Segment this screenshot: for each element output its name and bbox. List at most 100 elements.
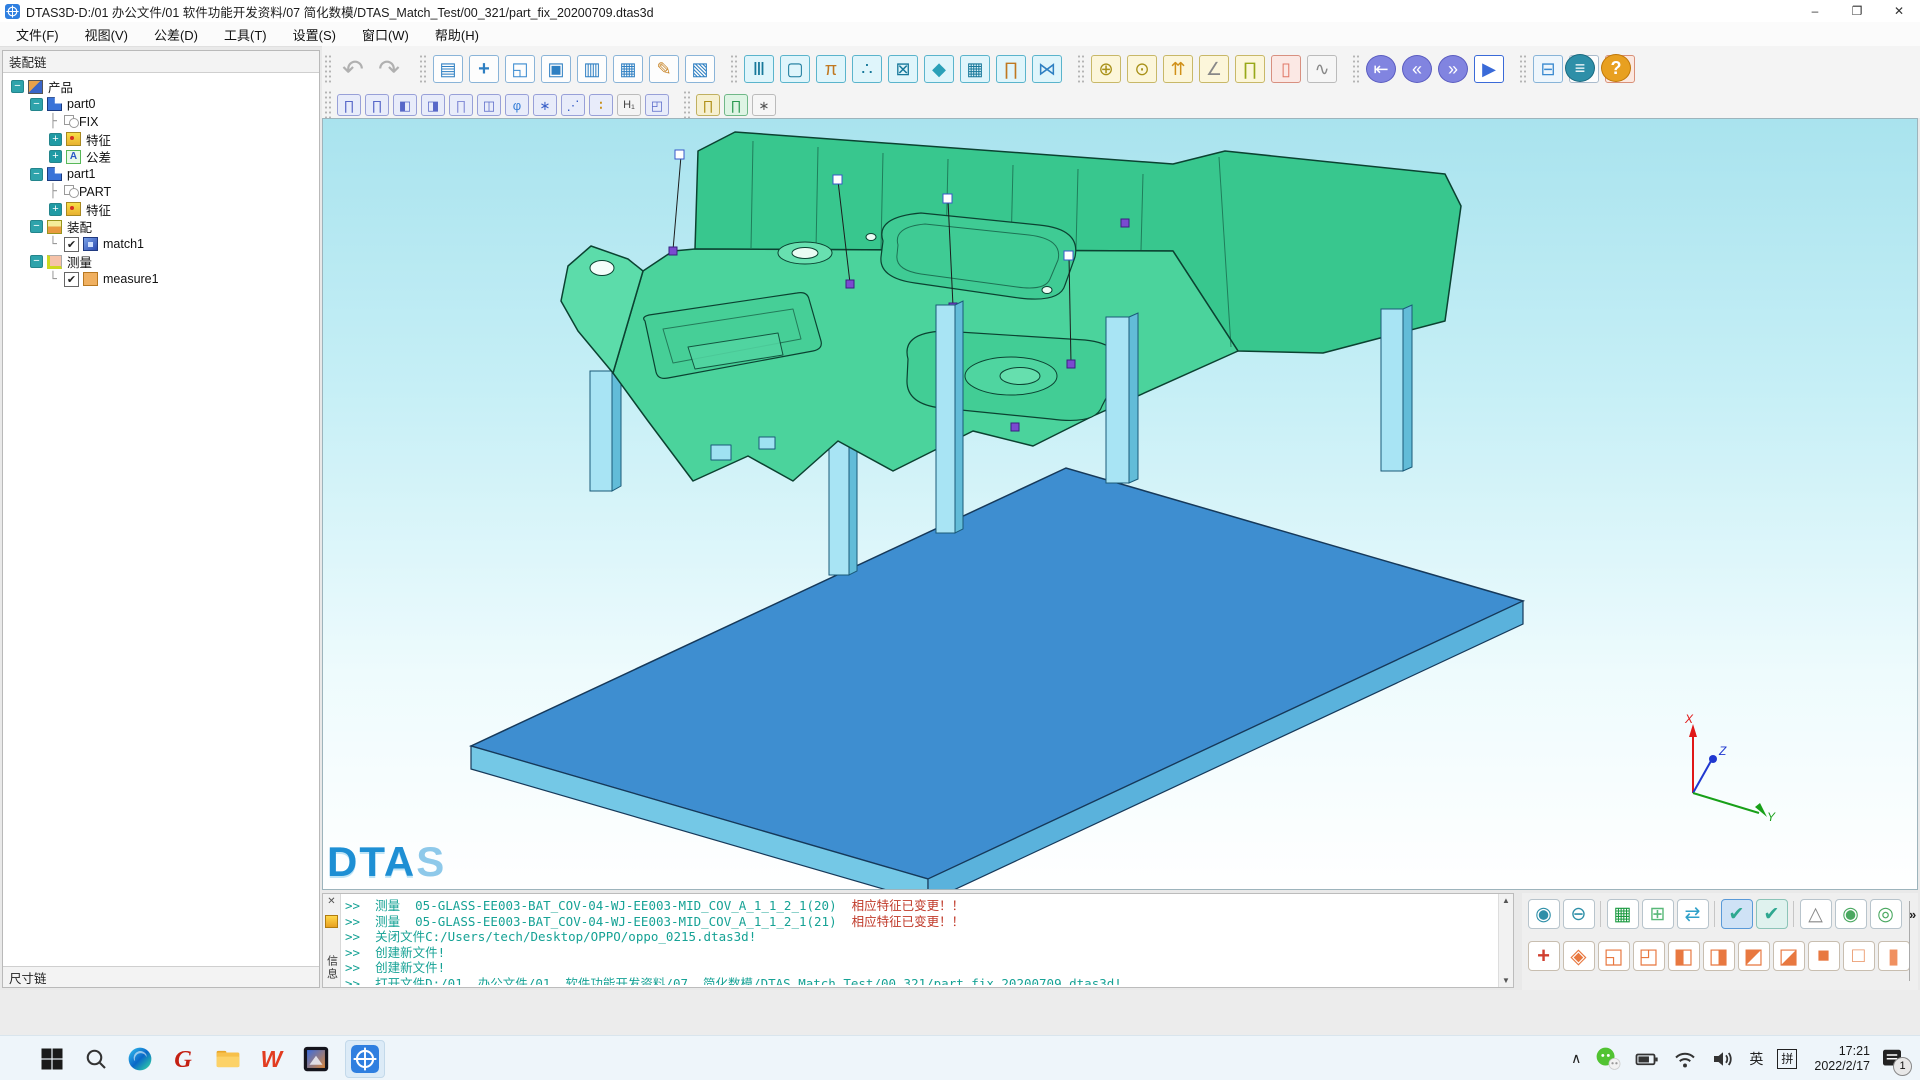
- tray-wifi-icon[interactable]: [1673, 1047, 1697, 1071]
- scatter-points-icon[interactable]: ∗: [752, 93, 776, 117]
- edit-doc-icon[interactable]: ✎: [648, 53, 680, 85]
- toolbar-drag-handle[interactable]: [324, 54, 331, 84]
- play-back-icon[interactable]: «: [1401, 53, 1433, 85]
- export-doc-icon[interactable]: ▧: [684, 53, 716, 85]
- tree-item-装配[interactable]: −装配: [5, 218, 319, 236]
- view-top-icon[interactable]: ◰: [1633, 941, 1665, 971]
- tree-item-测量[interactable]: −测量: [5, 253, 319, 271]
- collapse-icon[interactable]: −: [30, 168, 43, 181]
- angle-pencil-icon[interactable]: ∠: [1198, 53, 1230, 85]
- fixture-table-icon[interactable]: ∏: [1234, 53, 1266, 85]
- cube-wire-icon[interactable]: □: [1843, 941, 1875, 971]
- hide-entity-icon[interactable]: ⊖: [1563, 899, 1595, 929]
- taskbar-wps-office-icon[interactable]: W: [257, 1044, 287, 1074]
- log-close-icon[interactable]: ✕: [327, 896, 335, 907]
- menu-公差D[interactable]: 公差(D): [144, 23, 208, 46]
- view-front-icon[interactable]: ◩: [1738, 941, 1770, 971]
- collapse-icon[interactable]: −: [11, 80, 24, 93]
- toolbar-drag-handle[interactable]: [683, 90, 690, 120]
- minimize-button[interactable]: –: [1794, 0, 1836, 22]
- point-pair-icon[interactable]: ∶: [589, 93, 613, 117]
- view-bottom-icon[interactable]: ◱: [1598, 941, 1630, 971]
- more-tools-chevron[interactable]: »: [1909, 907, 1916, 922]
- toolbar-drag-handle[interactable]: [1077, 54, 1084, 84]
- view-cube-icon[interactable]: ◫: [477, 93, 501, 117]
- view-right-icon[interactable]: ◨: [1703, 941, 1735, 971]
- assembly-station-2-icon[interactable]: ∏: [365, 93, 389, 117]
- tray-lang-en-icon[interactable]: 英: [1749, 1049, 1763, 1069]
- tree-item-label[interactable]: 产品: [48, 77, 73, 96]
- tree-item-产品[interactable]: − 产品: [5, 78, 319, 96]
- report-doc-icon[interactable]: ▣: [540, 53, 572, 85]
- menu-工具T[interactable]: 工具(T): [214, 23, 277, 46]
- grid-outline-icon[interactable]: ⊞: [1642, 899, 1674, 929]
- tray-lang-pinyin-icon[interactable]: 拼: [1777, 1049, 1797, 1069]
- compass-gauge-icon[interactable]: ⊕: [1090, 53, 1122, 85]
- match-check-icon[interactable]: ✔: [1756, 899, 1788, 929]
- taskbar-g-app-icon[interactable]: G: [169, 1044, 199, 1074]
- undo-button-icon[interactable]: ↶: [337, 53, 369, 85]
- taskbar-file-explorer-icon[interactable]: [213, 1044, 243, 1074]
- taskbar-search-icon[interactable]: [81, 1044, 111, 1074]
- tray-battery-icon[interactable]: [1635, 1047, 1659, 1071]
- taskbar-clock[interactable]: 17:212022/2/17: [1814, 1044, 1870, 1074]
- tray-tray-chevron-icon[interactable]: ∧: [1571, 1050, 1581, 1067]
- manual-button-icon[interactable]: ≡: [1564, 52, 1596, 84]
- log-scrollbar[interactable]: ▲ ▼: [1498, 894, 1513, 987]
- assembly-station-1-icon[interactable]: ∏: [337, 93, 361, 117]
- tree-item-FIX[interactable]: ├FIX: [5, 113, 319, 131]
- mesh-grid-icon[interactable]: ▦: [959, 53, 991, 85]
- close-button[interactable]: ✕: [1878, 0, 1920, 22]
- new-file-icon[interactable]: +: [468, 53, 500, 85]
- report-book-icon[interactable]: ▯: [1270, 53, 1302, 85]
- menu-帮助H[interactable]: 帮助(H): [425, 23, 489, 46]
- log-tab-info[interactable]: 信息: [324, 955, 340, 981]
- tree-item-measure1[interactable]: └✔measure1: [5, 271, 319, 289]
- notification-center-icon[interactable]: 1: [1880, 1046, 1906, 1072]
- target-dome-1-icon[interactable]: ◉: [1835, 899, 1867, 929]
- view-iso-icon[interactable]: ◈: [1563, 941, 1595, 971]
- tree-item-label[interactable]: part0: [67, 97, 96, 111]
- link-points-icon[interactable]: ⋰: [561, 93, 585, 117]
- tree-item-label[interactable]: PART: [79, 185, 111, 199]
- grid-solid-icon[interactable]: ▦: [1607, 899, 1639, 929]
- menu-窗口W[interactable]: 窗口(W): [352, 23, 419, 46]
- expand-icon[interactable]: +: [49, 203, 62, 216]
- scroll-up-icon[interactable]: ▲: [1502, 894, 1510, 907]
- match-cube-1-icon[interactable]: ◧: [393, 93, 417, 117]
- tree-item-label[interactable]: FIX: [79, 115, 98, 129]
- tree-item-label[interactable]: part1: [67, 167, 96, 181]
- play-first-icon[interactable]: ⇤: [1365, 53, 1397, 85]
- dial-indicator-icon[interactable]: ⊙: [1126, 53, 1158, 85]
- taskbar-edge-icon[interactable]: [125, 1044, 155, 1074]
- import-model-icon[interactable]: ▤: [432, 53, 464, 85]
- scroll-down-icon[interactable]: ▼: [1502, 974, 1510, 987]
- taskbar-start-icon[interactable]: [37, 1044, 67, 1074]
- tree-item-part1[interactable]: − part1: [5, 166, 319, 184]
- section-frame-icon[interactable]: ▢: [779, 53, 811, 85]
- match-cube-2-icon[interactable]: ◨: [421, 93, 445, 117]
- tree-item-label[interactable]: 特征: [86, 200, 111, 219]
- viewport-3d[interactable]: X Z Y DTAS: [322, 118, 1918, 890]
- help-button-icon[interactable]: ?: [1600, 52, 1632, 84]
- redo-button-icon[interactable]: ↷: [373, 53, 405, 85]
- tree-item-match1[interactable]: └✔match1: [5, 236, 319, 254]
- datum-columns-icon[interactable]: Ⅲ: [743, 53, 775, 85]
- cross-curves-icon[interactable]: ⊠: [887, 53, 919, 85]
- sim-clamp-yellow-icon[interactable]: ∏: [696, 93, 720, 117]
- locate-pin-icon[interactable]: φ: [505, 93, 529, 117]
- tree-item-特征[interactable]: +特征: [5, 131, 319, 149]
- taskbar-dtas-icon[interactable]: [345, 1040, 385, 1078]
- tree-item-label[interactable]: 测量: [67, 252, 92, 271]
- simulation-video-icon[interactable]: ▶: [1473, 53, 1505, 85]
- target-dome-2-icon[interactable]: ◎: [1870, 899, 1902, 929]
- menu-设置S[interactable]: 设置(S): [283, 23, 346, 46]
- open-file-icon[interactable]: ◱: [504, 53, 536, 85]
- tree-item-label[interactable]: 公差: [86, 147, 111, 166]
- taskbar-photos-icon[interactable]: [301, 1044, 331, 1074]
- tray-wechat-icon[interactable]: [1595, 1046, 1621, 1072]
- calc-sheet-icon[interactable]: ⊟: [1532, 53, 1564, 85]
- h1-dimension-icon[interactable]: H₁: [617, 93, 641, 117]
- align-table-icon[interactable]: ∏: [449, 93, 473, 117]
- fixture-stool-icon[interactable]: π: [815, 53, 847, 85]
